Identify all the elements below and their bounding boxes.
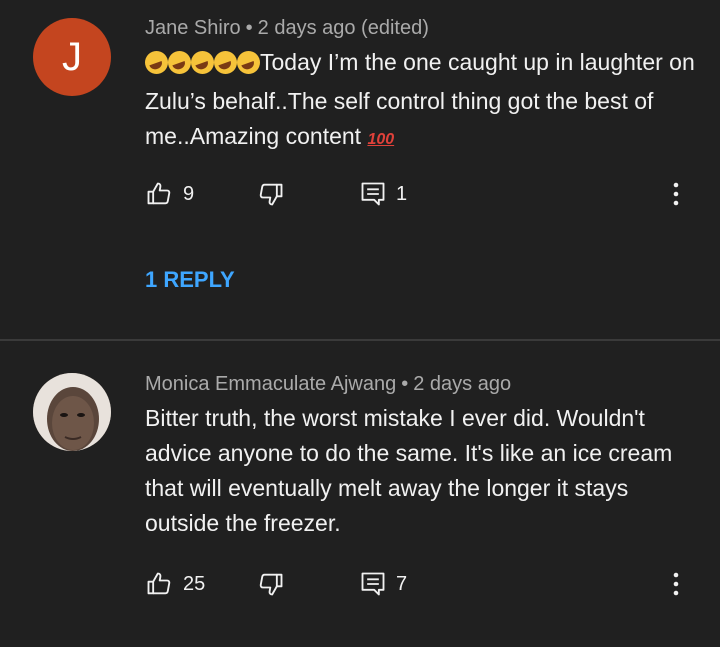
- comment-actions: 9 1: [145, 180, 700, 212]
- meta-separator: •: [245, 17, 253, 39]
- meta-separator: •: [401, 373, 409, 395]
- comment-meta: Jane Shiro • 2 days ago (edited): [145, 17, 429, 40]
- laughing-emoji-icon: [168, 51, 191, 74]
- like-count: 9: [183, 182, 195, 205]
- reply-count: 1: [396, 182, 408, 205]
- more-options-button[interactable]: [672, 570, 680, 598]
- more-vert-icon: [673, 572, 679, 596]
- reply-button[interactable]: 1: [360, 180, 407, 208]
- author-name[interactable]: Jane Shiro: [145, 17, 241, 39]
- comment-monica: Monica Emmaculate Ajwang • 2 days ago Bitt…: [0, 341, 720, 647]
- comment-actions: 25 7: [145, 570, 700, 602]
- comment-time: 2 days ago (edited): [257, 17, 429, 39]
- avatar[interactable]: [33, 373, 111, 451]
- profile-photo-icon: [33, 373, 111, 451]
- thumbs-down-icon: [259, 573, 283, 596]
- dislike-button[interactable]: [257, 570, 285, 598]
- dislike-button[interactable]: [257, 180, 285, 208]
- comment-body: Bitter truth, the worst mistake I ever d…: [145, 405, 673, 536]
- author-name[interactable]: Monica Emmaculate Ajwang: [145, 373, 396, 395]
- view-replies-link[interactable]: 1 REPLY: [145, 267, 235, 293]
- reply-button[interactable]: 7: [360, 570, 407, 598]
- comment-icon: [361, 572, 385, 596]
- comment-time: 2 days ago: [413, 373, 512, 395]
- comment-icon: [361, 182, 385, 206]
- comment-text: Today I’m the one caught up in laughter …: [145, 45, 705, 157]
- laughing-emoji-icon: [191, 51, 214, 74]
- avatar[interactable]: J: [33, 18, 111, 96]
- laughing-emoji-icon: [237, 51, 260, 74]
- thumbs-up-icon: [147, 182, 171, 205]
- avatar-letter: J: [62, 34, 82, 79]
- laughing-emoji-icon: [214, 51, 237, 74]
- like-button[interactable]: 25: [145, 570, 205, 598]
- comment-meta: Monica Emmaculate Ajwang • 2 days ago: [145, 373, 511, 396]
- more-options-button[interactable]: [672, 180, 680, 208]
- thumbs-up-icon: [147, 572, 171, 595]
- reply-count: 7: [396, 572, 408, 595]
- like-count: 25: [183, 572, 206, 595]
- more-vert-icon: [673, 182, 679, 206]
- comment-jane-shiro: J Jane Shiro • 2 days ago (edited) Today I…: [0, 0, 720, 340]
- thumbs-down-icon: [259, 183, 283, 206]
- laughing-emoji-row: [145, 49, 260, 84]
- laughing-emoji-icon: [145, 51, 168, 74]
- like-button[interactable]: 9: [145, 180, 194, 208]
- hundred-points-icon: 100: [367, 131, 395, 148]
